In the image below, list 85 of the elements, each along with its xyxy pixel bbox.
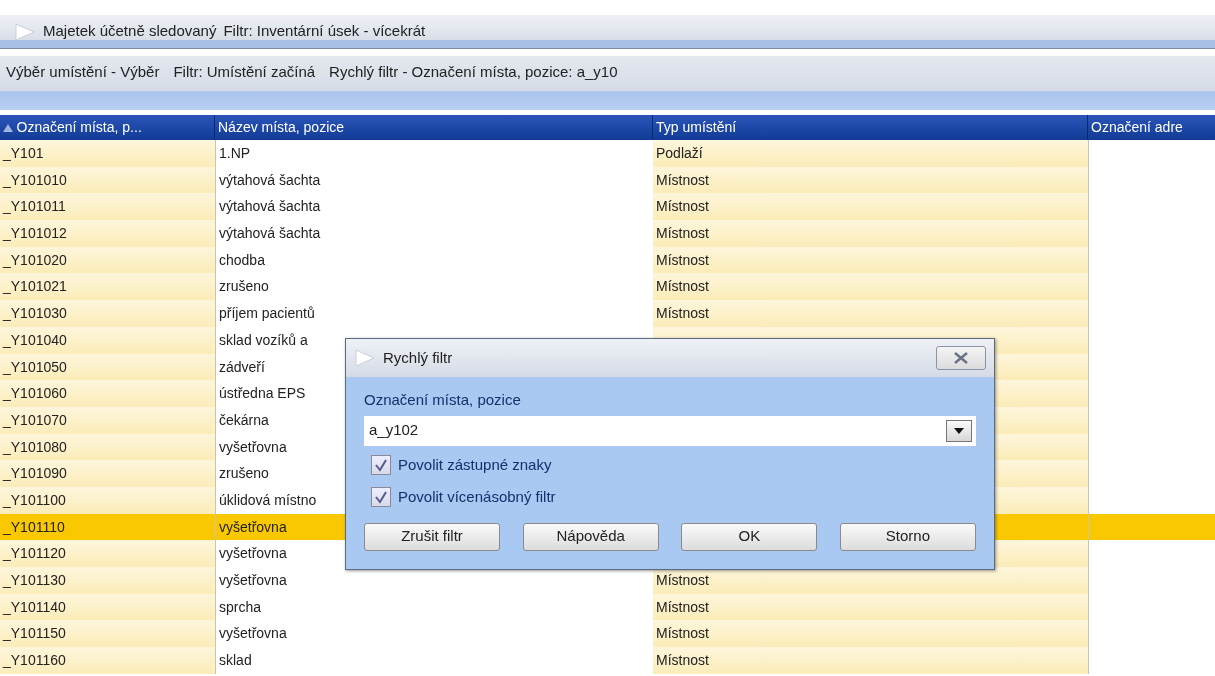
table-cell: vyšetřovna [219, 625, 287, 642]
table-cell: sklad [219, 652, 252, 669]
table-cell: vyšetřovna [219, 572, 287, 588]
table-cell: úklidová místno [219, 491, 317, 508]
table-cell: _Y101011 [3, 198, 66, 215]
checkbox-label: Povolit zástupné znaky [398, 454, 552, 475]
dropdown-button[interactable] [946, 419, 972, 442]
filter-label: Filtr: Umístění začíná [173, 61, 316, 82]
quick-filter-label: Rychlý filtr - Označení místa, pozice: a_y10 [329, 61, 618, 82]
table-row[interactable]: _Y101 1.NP Podlaží [0, 140, 1215, 167]
table-cell: Místnost [656, 278, 709, 295]
table-cell: Podlaží [656, 145, 703, 161]
table-cell: _Y101070 [3, 411, 67, 428]
table-cell: _Y101020 [3, 251, 67, 268]
table-cell: Místnost [656, 625, 709, 642]
table-cell: 1.NP [219, 145, 251, 161]
table-cell: _Y101 [3, 145, 44, 161]
table-row[interactable]: _Y101130 vyšetřovna Místnost [0, 567, 1215, 594]
table-row[interactable]: _Y101021 zrušeno Místnost [0, 273, 1215, 301]
filter-label: Filtr: Inventární úsek - vícekrát [223, 21, 426, 42]
table-row[interactable]: _Y101010 výtahová šachta Místnost [0, 166, 1215, 194]
dialog-title: Rychlý filtr [383, 347, 454, 368]
table-row[interactable]: _Y101160 sklad Místnost [0, 647, 1215, 674]
table-cell: _Y101090 [3, 465, 67, 482]
app-icon [14, 21, 36, 42]
table-cell: _Y101140 [3, 598, 66, 615]
window-title: Majetek účetně sledovaný [43, 21, 217, 42]
dialog-button[interactable]: Zrušit filtr [364, 522, 500, 551]
table-row[interactable]: _Y101020 chodba Místnost [0, 246, 1215, 274]
table-cell: _Y101150 [3, 625, 66, 642]
table-cell: výtahová šachta [219, 225, 321, 242]
table-cell: _Y101040 [3, 331, 67, 348]
checkbox[interactable] [371, 487, 391, 508]
view-title: Výběr umístění - Výběr [6, 61, 160, 82]
table-cell: Místnost [656, 598, 709, 615]
dialog-button[interactable]: OK [681, 522, 818, 551]
table-cell: _Y101130 [3, 572, 66, 588]
table-cell: sklad vozíků a [219, 331, 308, 348]
table-cell: vyšetřovna [219, 545, 287, 562]
close-button[interactable] [936, 346, 986, 370]
table-cell: výtahová šachta [219, 198, 321, 215]
table-cell: Místnost [656, 171, 709, 188]
table-cell: ústředna EPS [219, 385, 306, 402]
table-row[interactable]: _Y101030 příjem pacientů Místnost [0, 300, 1215, 327]
table-cell: zrušeno [219, 278, 269, 295]
table-cell: _Y101050 [3, 358, 67, 375]
table-cell: _Y101030 [3, 305, 67, 322]
dialog-button[interactable]: Nápověda [522, 522, 659, 551]
dialog-button[interactable]: Storno [839, 522, 976, 551]
table-cell: Místnost [656, 652, 709, 669]
table-cell: chodba [219, 251, 265, 268]
table-cell: zrušeno [219, 465, 269, 482]
table-row[interactable]: _Y101012 výtahová šachta Místnost [0, 220, 1215, 247]
check-icon [374, 457, 388, 472]
table-cell: zádveří [219, 358, 265, 375]
table-cell: _Y101160 [3, 652, 66, 669]
field-label: Označení místa, pozice [364, 390, 522, 410]
table-cell: _Y101100 [3, 491, 66, 508]
table-cell: _Y101021 [3, 278, 67, 295]
check-icon [374, 490, 388, 505]
table-row[interactable]: _Y101011 výtahová šachta Místnost [0, 193, 1215, 221]
table-cell: _Y101120 [3, 545, 66, 562]
table-cell: _Y101110 [3, 518, 65, 535]
table-cell: vyšetřovna [219, 518, 287, 535]
checkbox[interactable] [371, 454, 391, 475]
table-cell: Místnost [656, 305, 709, 322]
table-cell: sprcha [219, 598, 262, 615]
table-cell: _Y101012 [3, 225, 67, 242]
table-cell: vyšetřovna [219, 438, 287, 455]
table-cell: příjem pacientů [219, 305, 315, 322]
table-cell: výtahová šachta [219, 171, 321, 188]
app-icon [354, 348, 376, 368]
table-cell: _Y101080 [3, 438, 67, 455]
checkbox-label: Povolit vícenásobný filtr [398, 487, 556, 507]
column-header[interactable]: Označení adre [1088, 115, 1215, 140]
table-cell: _Y101060 [3, 385, 67, 402]
table-cell: _Y101010 [3, 171, 67, 188]
table-row[interactable]: _Y101150 vyšetřovna Místnost [0, 620, 1215, 648]
table-cell: Místnost [656, 572, 709, 588]
table-cell: čekárna [219, 411, 269, 428]
combo-field[interactable]: a_y102 [364, 415, 976, 446]
table-cell: Místnost [656, 251, 709, 268]
table-cell: Místnost [656, 225, 709, 242]
table-cell: Místnost [656, 198, 709, 215]
table-row[interactable]: _Y101140 sprcha Místnost [0, 593, 1215, 621]
